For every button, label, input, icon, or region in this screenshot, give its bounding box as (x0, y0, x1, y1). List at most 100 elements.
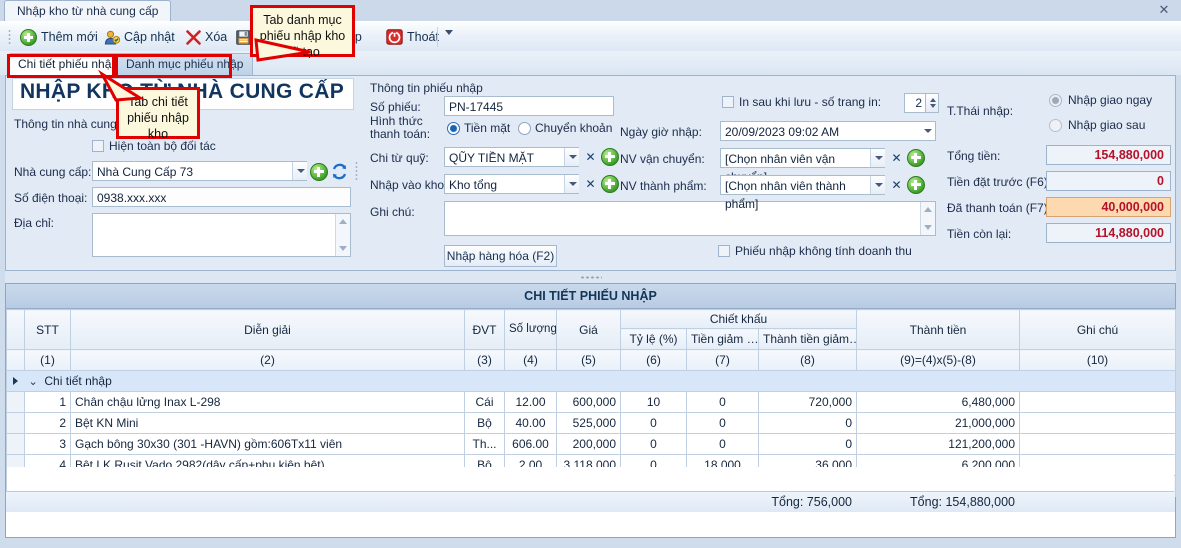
update-button[interactable]: Cập nhật (100, 26, 179, 48)
warehouse-input[interactable]: Kho tổng (444, 174, 579, 194)
close-icon[interactable]: ✕ (1157, 3, 1171, 17)
cell-amount[interactable]: 6,480,000 (856, 391, 1020, 413)
cell-disc-amount[interactable]: 0 (686, 391, 759, 413)
paid-input[interactable]: 40,000,000 (1046, 197, 1171, 217)
add-supplier-button[interactable] (310, 163, 328, 181)
panel-splitter[interactable] (5, 271, 1176, 283)
cell-qty[interactable]: 606.00 (504, 433, 557, 455)
header-desc[interactable]: Diễn giải (70, 309, 465, 350)
print-pages-input[interactable]: 2 (904, 93, 926, 113)
fund-clear-button[interactable]: ✕ (583, 148, 598, 166)
print-pages-stepper[interactable] (926, 93, 939, 113)
cell-disc-amount[interactable]: 0 (686, 412, 759, 434)
window-tab[interactable]: Nhập kho từ nhà cung cấp (4, 0, 172, 22)
supplier-dropdown-arrow[interactable] (292, 162, 307, 180)
note-scrollbar[interactable] (920, 202, 935, 235)
datetime-dropdown-arrow[interactable] (920, 122, 934, 140)
warehouse-dropdown-arrow[interactable] (564, 175, 579, 193)
cell-disc-rate[interactable]: 10 (620, 391, 687, 413)
receipt-no-input[interactable]: PN-17445 (444, 96, 614, 116)
grid-group-row[interactable]: ⌄ Chi tiết nhập (6, 370, 1176, 392)
cell-qty[interactable]: 40.00 (504, 412, 557, 434)
cell-note[interactable] (1019, 433, 1176, 455)
fund-dropdown-arrow[interactable] (564, 148, 579, 166)
table-row[interactable]: 3 Gạch bông 30x30 (301 -HAVN) gồm:606Tx1… (6, 433, 1176, 455)
radio-cash-label: Tiền mặt (464, 121, 511, 135)
numbering-1: (1) (24, 349, 71, 371)
cell-qty[interactable]: 12.00 (504, 391, 557, 413)
supplier-input[interactable]: Nhà Cung Cấp 73 (92, 161, 307, 181)
shipper-clear-button[interactable]: ✕ (889, 149, 904, 167)
cell-unit[interactable]: Th... (464, 433, 505, 455)
header-qty[interactable]: Số lượng (504, 309, 557, 350)
radio-deliver-later[interactable] (1049, 119, 1062, 132)
cell-note[interactable] (1019, 412, 1176, 434)
import-goods-button[interactable]: Nhập hàng hóa (F2) (444, 245, 557, 267)
cell-amount[interactable]: 121,200,000 (856, 433, 1020, 455)
toolbar-grip[interactable] (8, 29, 11, 45)
header-disc-amount[interactable]: Tiền giảm … (686, 328, 759, 350)
cell-unit[interactable]: Bộ (464, 412, 505, 434)
cell-amount[interactable]: 21,000,000 (856, 412, 1020, 434)
warehouse-clear-button[interactable]: ✕ (583, 175, 598, 193)
add-shipper-button[interactable] (907, 149, 925, 167)
scroll-up-icon[interactable] (339, 219, 347, 224)
show-all-partners-checkbox[interactable] (92, 140, 104, 152)
exit-button[interactable]: Thoát (382, 26, 443, 48)
panel-grip[interactable] (355, 161, 358, 181)
radio-deliver-now[interactable] (1049, 94, 1062, 107)
refresh-icon[interactable] (331, 163, 348, 180)
product-staff-input[interactable]: [Chọn nhân viên thành phẩm] (720, 175, 885, 211)
cell-price[interactable]: 600,000 (556, 391, 621, 413)
phone-input[interactable]: 0938.xxx.xxx (92, 187, 351, 207)
address-scrollbar[interactable] (335, 214, 350, 256)
cell-price[interactable]: 525,000 (556, 412, 621, 434)
add-fund-button[interactable] (601, 148, 619, 166)
cell-unit[interactable]: Cái (464, 391, 505, 413)
datetime-input[interactable]: 20/09/2023 09:02 AM (720, 121, 936, 141)
cell-price[interactable]: 200,000 (556, 433, 621, 455)
product-staff-dropdown-arrow[interactable] (870, 176, 885, 194)
chevron-down-icon[interactable] (445, 30, 453, 35)
add-new-button[interactable]: Thêm mới (16, 26, 102, 48)
cell-disc-amount[interactable]: 0 (686, 433, 759, 455)
table-row[interactable]: 2 Bệt KN Mini Bộ 40.00 525,000 0 0 0 21,… (6, 412, 1176, 434)
header-note[interactable]: Ghi chú (1019, 309, 1176, 350)
cell-disc-total[interactable]: 0 (758, 412, 857, 434)
no-revenue-checkbox[interactable] (718, 245, 730, 257)
cell-desc[interactable]: Bệt KN Mini (70, 412, 465, 434)
fund-input[interactable]: QŨY TIỀN MẶT (444, 147, 579, 167)
scroll-up-icon[interactable] (924, 207, 932, 212)
print-after-save-checkbox[interactable] (722, 96, 734, 108)
header-stt[interactable]: STT (24, 309, 71, 350)
shipper-input[interactable]: [Chọn nhân viên vận chuyển] (720, 148, 885, 184)
cell-disc-total[interactable]: 720,000 (758, 391, 857, 413)
deposit-input[interactable]: 0 (1046, 171, 1171, 191)
cell-disc-rate[interactable]: 0 (620, 433, 687, 455)
stepper-up-icon[interactable] (930, 98, 936, 102)
header-unit[interactable]: ĐVT (464, 309, 505, 350)
group-row-content[interactable]: ⌄ Chi tiết nhập (24, 370, 1176, 392)
cell-note[interactable] (1019, 391, 1176, 413)
product-staff-clear-button[interactable]: ✕ (889, 176, 904, 194)
note-textarea[interactable] (444, 201, 936, 236)
header-disc-rate[interactable]: Tỷ lệ (%) (620, 328, 687, 350)
scroll-down-icon[interactable] (339, 246, 347, 251)
address-textarea[interactable] (92, 213, 351, 257)
header-price[interactable]: Giá (556, 309, 621, 350)
chevron-down-icon[interactable]: ⌄ (29, 375, 38, 388)
header-amount[interactable]: Thành tiền (856, 309, 1020, 350)
cell-desc[interactable]: Gạch bông 30x30 (301 -HAVN) gồm:606Tx11 … (70, 433, 465, 455)
shipper-dropdown-arrow[interactable] (870, 149, 885, 167)
add-product-staff-button[interactable] (907, 176, 925, 194)
cell-disc-rate[interactable]: 0 (620, 412, 687, 434)
table-row[interactable]: 1 Chân chậu lửng Inax L-298 Cái 12.00 60… (6, 391, 1176, 413)
cell-desc[interactable]: Chân chậu lửng Inax L-298 (70, 391, 465, 413)
stepper-down-icon[interactable] (930, 104, 936, 108)
add-warehouse-button[interactable] (601, 175, 619, 193)
radio-transfer[interactable] (518, 122, 531, 135)
cell-disc-total[interactable]: 0 (758, 433, 857, 455)
radio-cash[interactable] (447, 122, 460, 135)
header-disc-total[interactable]: Thành tiền giảm… (758, 328, 857, 350)
scroll-down-icon[interactable] (924, 225, 932, 230)
